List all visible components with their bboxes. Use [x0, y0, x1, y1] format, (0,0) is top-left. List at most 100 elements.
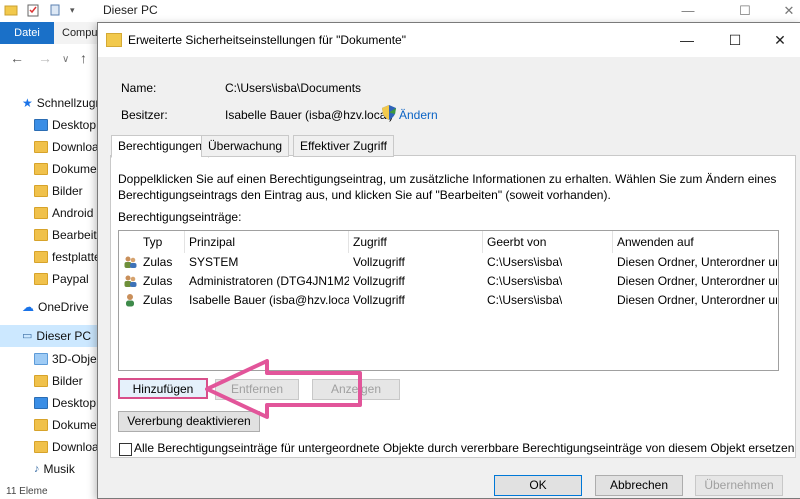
sidebar-item-label: Dokumen [52, 162, 104, 176]
row-applies: Diesen Ordner, Unterordner un... [617, 293, 777, 307]
table-row[interactable]: Zulas Isabelle Bauer (isba@hzv.local) Vo… [119, 291, 778, 310]
table-row[interactable]: Zulas SYSTEM Vollzugriff C:\Users\isba\ … [119, 253, 778, 272]
sidebar-item-android[interactable]: Android S [34, 202, 105, 224]
sidebar-item-quick-access[interactable]: ★ Schnellzugr [22, 92, 99, 114]
row-applies: Diesen Ordner, Unterordner un... [617, 255, 777, 269]
folder-icon [34, 441, 48, 453]
computer-icon: ▭ [22, 330, 33, 342]
sidebar-item-this-pc[interactable]: ▭ Dieser PC [0, 325, 100, 347]
sidebar-item-bearbeitet[interactable]: Bearbeitet [34, 224, 107, 246]
status-bar-text: 11 Eleme [6, 486, 48, 497]
tab-effective-access[interactable]: Effektiver Zugriff [293, 135, 394, 157]
ok-button[interactable]: OK [494, 475, 582, 496]
folder-icon [34, 119, 48, 131]
tab-datei[interactable]: Datei [0, 22, 54, 44]
new-folder-icon[interactable] [48, 3, 62, 17]
row-applies: Diesen Ordner, Unterordner un... [617, 274, 777, 288]
permissions-description: Doppelklicken Sie auf einen Berechtigung… [118, 172, 777, 202]
explorer-title: Dieser PC [103, 3, 158, 17]
row-type: Zulas [143, 255, 173, 269]
owner-label: Besitzer: [121, 108, 168, 122]
sidebar-item-label: Desktop [52, 118, 97, 132]
sidebar-item-onedrive[interactable]: ☁ OneDrive [22, 296, 89, 318]
sidebar-item-downloads-pc[interactable]: Downloa [34, 436, 99, 458]
close-icon[interactable]: ✕ [766, 0, 800, 22]
apply-button[interactable]: Übernehmen [695, 475, 783, 496]
row-access: Vollzugriff [353, 274, 405, 288]
cloud-icon: ☁ [22, 300, 34, 314]
sidebar-item-label: Dokumen [52, 418, 104, 432]
name-value: C:\Users\isba\Documents [225, 81, 362, 95]
close-icon[interactable]: ✕ [757, 23, 800, 57]
quick-access-toolbar: ▾ [4, 3, 75, 17]
forward-arrow-icon[interactable]: → [38, 50, 52, 66]
row-access: Vollzugriff [353, 293, 405, 307]
folder-icon[interactable] [4, 3, 18, 17]
sidebar-item-pictures[interactable]: Bilder [34, 180, 83, 202]
sidebar-item-desktop[interactable]: Desktop [34, 114, 96, 136]
row-principal: Administratoren (DTG4JN1M2... [189, 274, 349, 288]
maximize-icon[interactable]: ☐ [722, 0, 768, 22]
minimize-icon[interactable]: — [664, 23, 710, 57]
properties-icon[interactable] [26, 3, 40, 17]
folder-icon [34, 207, 48, 219]
column-header-type[interactable]: Typ [139, 231, 185, 253]
column-header-principal[interactable]: Prinzipal [185, 231, 349, 253]
sidebar-item-3d-objects[interactable]: 3D-Objek [34, 348, 103, 370]
change-owner-link[interactable]: Ändern [399, 108, 438, 122]
folder-icon [34, 229, 48, 241]
user-icon [123, 293, 137, 307]
music-icon: ♪ [34, 463, 40, 475]
sidebar-item-label: Downloa [52, 440, 99, 454]
sidebar-item-documents[interactable]: Dokumen [34, 158, 103, 180]
sidebar-item-festplatte[interactable]: festplatte [34, 246, 101, 268]
row-principal: SYSTEM [189, 255, 239, 269]
row-type: Zulas [143, 293, 173, 307]
column-header-inherited[interactable]: Geerbt von [483, 231, 613, 253]
up-arrow-icon[interactable]: ↑ [80, 50, 87, 66]
sidebar-item-label: OneDrive [38, 300, 89, 314]
annotation-arrow-icon [205, 359, 362, 419]
sidebar-item-label: Bilder [52, 374, 83, 388]
back-arrow-icon[interactable]: ← [10, 50, 24, 66]
tab-permissions[interactable]: Berechtigungen [111, 135, 210, 158]
sidebar-item-paypal[interactable]: Paypal [34, 268, 89, 290]
user-group-icon [123, 274, 137, 288]
add-button[interactable]: Hinzufügen [118, 378, 208, 399]
dialog-title: Erweiterte Sicherheitseinstellungen für … [128, 33, 406, 47]
permission-entries-label: Berechtigungseinträge: [118, 210, 242, 224]
tab-computer[interactable]: Compu [62, 22, 97, 44]
table-row[interactable]: Zulas Administratoren (DTG4JN1M2... Voll… [119, 272, 778, 291]
folder-icon [34, 397, 48, 409]
minimize-icon[interactable]: — [665, 0, 711, 22]
maximize-icon[interactable]: ☐ [712, 23, 758, 57]
sidebar-item-pictures-pc[interactable]: Bilder [34, 370, 83, 392]
sidebar-item-downloads[interactable]: Downloa [34, 136, 99, 158]
folder-icon [34, 185, 48, 197]
sidebar-item-documents-pc[interactable]: Dokumen [34, 414, 103, 436]
permission-entries-list[interactable]: Typ Prinzipal Zugriff Geerbt von Anwende… [118, 230, 779, 371]
tab-auditing[interactable]: Überwachung [201, 135, 290, 157]
dialog-titlebar: Erweiterte Sicherheitseinstellungen für … [98, 23, 800, 57]
sidebar-item-desktop-pc[interactable]: Desktop [34, 392, 96, 414]
star-icon: ★ [22, 96, 33, 110]
column-header-applies[interactable]: Anwenden auf [613, 231, 777, 253]
recent-dropdown-icon[interactable]: ∨ [62, 54, 69, 65]
folder-icon [34, 375, 48, 387]
folder-icon [34, 251, 48, 263]
qat-dropdown-icon[interactable]: ▾ [70, 5, 75, 16]
owner-value: Isabelle Bauer (isba@hzv.local) [225, 108, 394, 122]
folder-icon [34, 419, 48, 431]
folder-icon [34, 273, 48, 285]
row-access: Vollzugriff [353, 255, 405, 269]
folder-icon [34, 141, 48, 153]
replace-child-permissions-label: Alle Berechtigungseinträge für untergeor… [134, 441, 795, 455]
explorer-titlebar: ▾ Dieser PC — ☐ ✕ [0, 0, 800, 22]
cancel-button[interactable]: Abbrechen [595, 475, 683, 496]
folder-icon [106, 33, 122, 47]
column-header-access[interactable]: Zugriff [349, 231, 483, 253]
replace-child-permissions-checkbox[interactable] [119, 443, 132, 456]
uac-shield-icon [382, 105, 396, 123]
sidebar-item-music[interactable]: ♪ Musik [34, 458, 75, 480]
sidebar-item-label: Musik [43, 462, 75, 476]
